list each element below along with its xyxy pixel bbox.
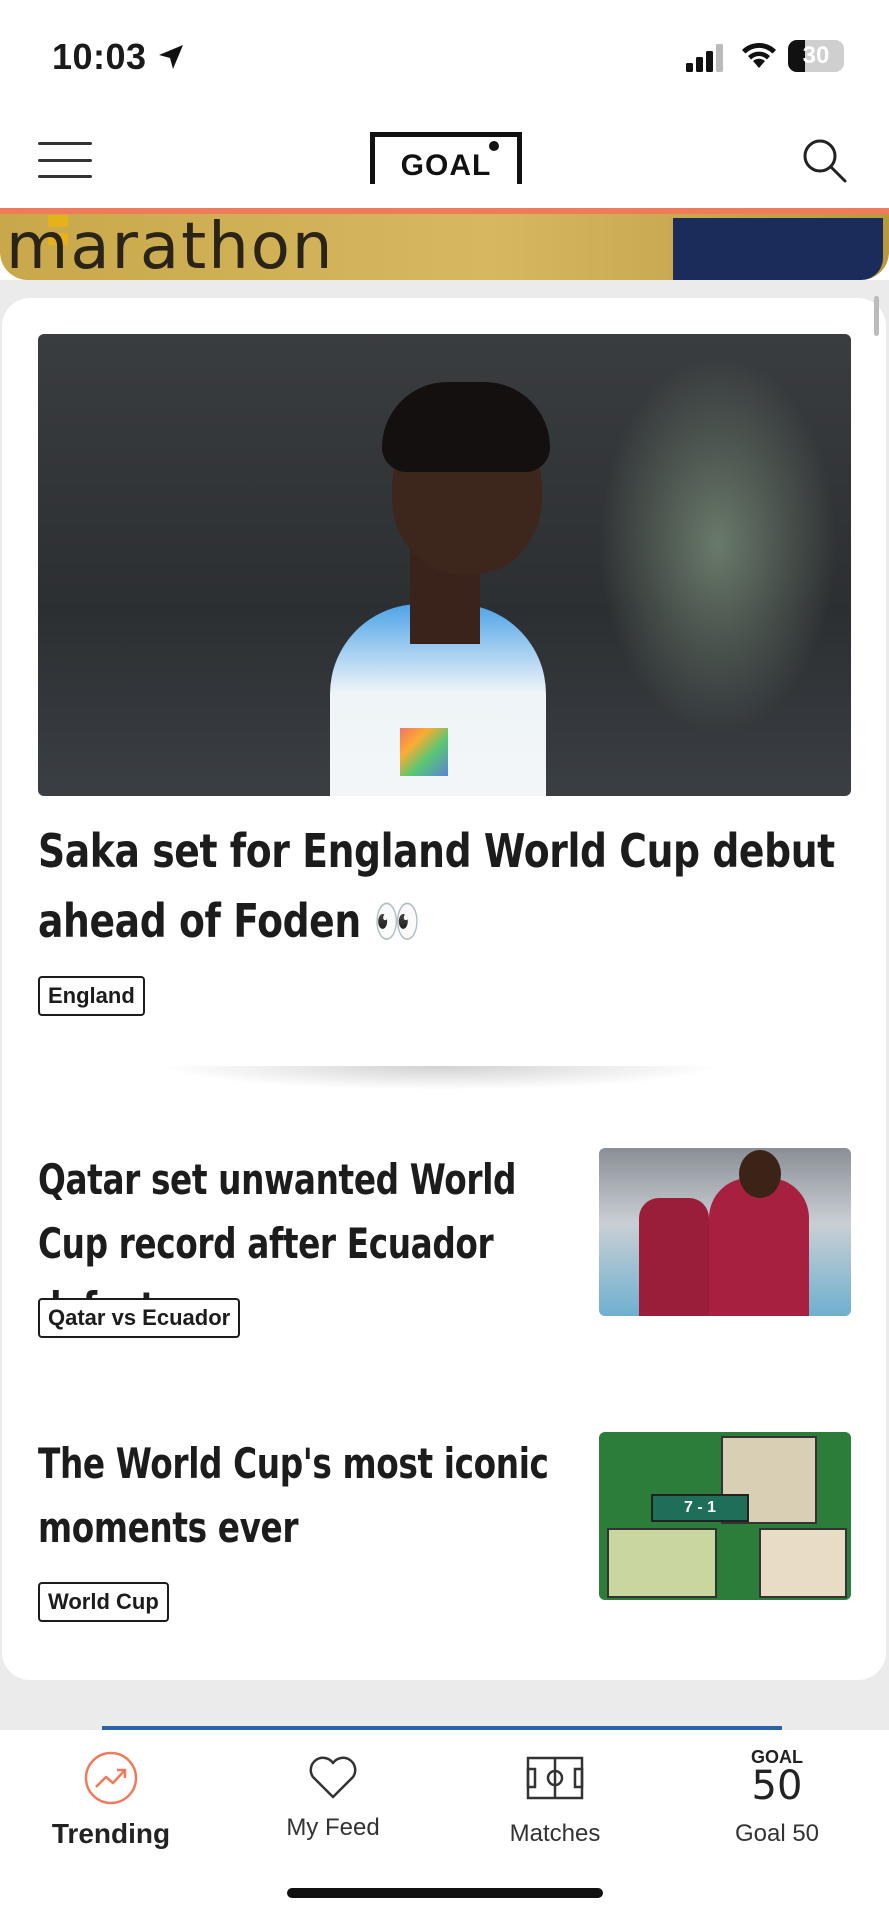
location-arrow-icon bbox=[159, 45, 183, 69]
article-tag[interactable]: Qatar vs Ecuador bbox=[38, 1298, 241, 1338]
article-thumbnail[interactable]: 7 - 1 bbox=[599, 1432, 851, 1600]
tab-my-feed[interactable]: My Feed bbox=[222, 1730, 444, 1880]
tab-matches[interactable]: Matches bbox=[444, 1730, 666, 1880]
goal-logo[interactable]: GOAL bbox=[370, 132, 522, 184]
app-header: GOAL bbox=[0, 110, 889, 210]
promo-graphic bbox=[673, 218, 883, 280]
trending-icon bbox=[84, 1751, 138, 1805]
article-hero-image[interactable] bbox=[38, 334, 851, 796]
tab-label: Goal 50 bbox=[734, 1820, 820, 1847]
logo-text: GOAL bbox=[400, 149, 492, 182]
wifi-icon bbox=[742, 42, 776, 68]
article-headline[interactable]: Saka set for England World Cup debut ahe… bbox=[38, 816, 850, 956]
article-headline[interactable]: The World Cup's most iconic moments ever bbox=[38, 1432, 584, 1560]
heart-icon bbox=[309, 1756, 357, 1799]
thumbnail-score: 7 - 1 bbox=[651, 1494, 749, 1522]
battery-icon: 30 bbox=[788, 40, 844, 72]
search-icon[interactable] bbox=[800, 136, 848, 184]
status-bar: 10:03 30 bbox=[0, 0, 889, 110]
goal50-icon-number: 50 bbox=[751, 1763, 803, 1809]
tab-trending[interactable]: Trending bbox=[0, 1730, 222, 1880]
promo-banner[interactable]: marathon bbox=[0, 214, 889, 280]
tab-goal-50[interactable]: GOAL 50 Goal 50 bbox=[666, 1730, 888, 1880]
goal50-icon: GOAL 50 bbox=[742, 1748, 812, 1806]
status-time: 10:03 bbox=[52, 36, 147, 77]
article-tag[interactable]: World Cup bbox=[38, 1582, 169, 1622]
scrollbar[interactable] bbox=[874, 296, 879, 336]
pitch-icon bbox=[526, 1756, 584, 1800]
promo-text: marathon bbox=[6, 214, 335, 280]
article-tag[interactable]: England bbox=[38, 976, 145, 1016]
cellular-signal-icon bbox=[686, 44, 723, 72]
battery-level: 30 bbox=[802, 42, 830, 69]
tab-label: My Feed bbox=[286, 1814, 380, 1841]
tab-label: Trending bbox=[51, 1818, 171, 1849]
home-indicator[interactable] bbox=[287, 1888, 603, 1898]
divider bbox=[160, 1066, 720, 1090]
tab-label: Matches bbox=[509, 1820, 601, 1847]
hamburger-menu-icon[interactable] bbox=[38, 142, 92, 178]
article-thumbnail[interactable] bbox=[599, 1148, 851, 1316]
